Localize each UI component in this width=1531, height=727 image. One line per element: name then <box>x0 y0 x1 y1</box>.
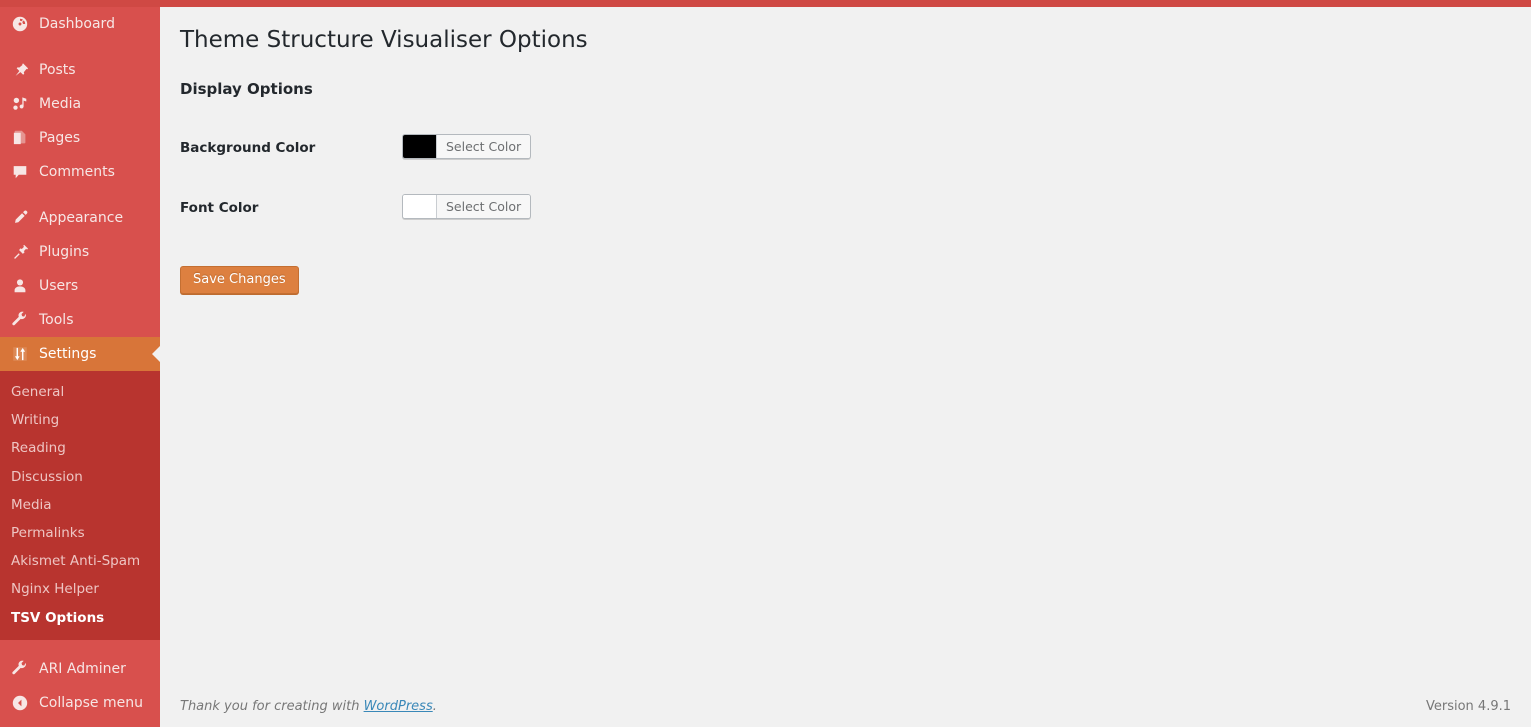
wrench-icon <box>10 310 30 330</box>
content-area: Theme Structure Visualiser Options Displ… <box>160 7 1531 727</box>
dashboard-icon <box>10 14 30 34</box>
admin-sidebar: Dashboard Posts Media Pages Comments App… <box>0 7 160 727</box>
background-color-select-label[interactable]: Select Color <box>437 134 531 158</box>
sidebar-item-users[interactable]: Users <box>0 269 160 303</box>
menu-separator <box>0 189 160 201</box>
submenu-item-general[interactable]: General <box>0 378 160 406</box>
submenu-item-media[interactable]: Media <box>0 491 160 519</box>
menu-separator <box>0 41 160 53</box>
background-color-swatch[interactable] <box>403 134 437 158</box>
admin-bar: ⌂ 💬 + ● <box>0 0 1531 7</box>
footer-thanks: Thank you for creating with WordPress. <box>180 699 437 714</box>
save-changes-button[interactable]: Save Changes <box>180 265 299 294</box>
font-color-swatch[interactable] <box>403 194 437 218</box>
sidebar-item-appearance[interactable]: Appearance <box>0 201 160 235</box>
sidebar-item-label: Pages <box>39 130 81 146</box>
submenu-item-permalinks[interactable]: Permalinks <box>0 519 160 547</box>
submenu-item-akismet[interactable]: Akismet Anti-Spam <box>0 547 160 575</box>
comment-icon <box>10 162 30 182</box>
font-color-result-button[interactable]: Select Color <box>402 193 532 219</box>
plugin-icon <box>10 242 30 262</box>
submenu-item-discussion[interactable]: Discussion <box>0 463 160 491</box>
sidebar-item-label: Posts <box>39 62 76 78</box>
sidebar-item-ari-adminer[interactable]: ARI Adminer <box>0 652 160 686</box>
sidebar-item-media[interactable]: Media <box>0 87 160 121</box>
collapse-menu-button[interactable]: Collapse menu <box>0 686 160 720</box>
sidebar-item-label: Appearance <box>39 210 124 226</box>
sidebar-item-label: Comments <box>39 164 115 180</box>
sidebar-item-tools[interactable]: Tools <box>0 303 160 337</box>
footer-thanks-prefix: Thank you for creating with <box>180 699 364 714</box>
sidebar-item-plugins[interactable]: Plugins <box>0 235 160 269</box>
sidebar-item-label: Settings <box>39 346 97 362</box>
sidebar-item-label: Collapse menu <box>39 694 143 711</box>
submenu-item-tsv-options[interactable]: TSV Options <box>0 604 160 632</box>
user-icon <box>10 276 30 296</box>
submit-wrap: Save Changes <box>180 265 1511 294</box>
footer-version: Version 4.9.1 <box>1425 699 1511 714</box>
sidebar-item-settings[interactable]: Settings <box>0 337 160 371</box>
footer-thanks-suffix: . <box>432 699 437 714</box>
submenu-item-writing[interactable]: Writing <box>0 406 160 434</box>
page-title: Theme Structure Visualiser Options <box>180 27 588 53</box>
paintbrush-icon <box>10 208 30 228</box>
content-body: Theme Structure Visualiser Options Displ… <box>160 7 1531 294</box>
media-icon <box>10 94 30 114</box>
sidebar-item-label: Media <box>39 96 82 112</box>
background-color-control: Select Color <box>402 118 541 178</box>
page-icon <box>10 128 30 148</box>
admin-menu: Dashboard Posts Media Pages Comments App… <box>0 7 160 720</box>
sidebar-item-label: Users <box>39 278 79 294</box>
submenu-item-nginx-helper[interactable]: Nginx Helper <box>0 575 160 603</box>
settings-icon <box>10 344 30 364</box>
font-color-label: Font Color <box>180 199 259 216</box>
admin-footer: Thank you for creating with WordPress. V… <box>160 689 1531 727</box>
sidebar-item-comments[interactable]: Comments <box>0 155 160 189</box>
pin-icon <box>10 60 30 80</box>
sidebar-item-label: Tools <box>39 312 74 328</box>
background-color-label: Background Color <box>180 139 316 156</box>
section-title-display-options: Display Options <box>180 79 313 98</box>
sidebar-item-dashboard[interactable]: Dashboard <box>0 7 160 41</box>
sidebar-item-label: Dashboard <box>39 16 115 32</box>
wrench-icon <box>10 659 30 679</box>
submenu-item-reading[interactable]: Reading <box>0 434 160 462</box>
background-color-picker: Select Color <box>402 133 532 159</box>
sidebar-item-label: Plugins <box>39 244 90 260</box>
sidebar-item-pages[interactable]: Pages <box>0 121 160 155</box>
wordpress-link[interactable]: WordPress <box>364 699 433 714</box>
background-color-result-button[interactable]: Select Color <box>402 133 532 159</box>
font-color-picker: Select Color <box>402 193 532 219</box>
display-options-form: Background Color Select Color Font Color <box>180 118 541 238</box>
form-row-background-color: Background Color Select Color <box>180 118 541 178</box>
sidebar-item-posts[interactable]: Posts <box>0 53 160 87</box>
form-row-font-color: Font Color Select Color <box>180 178 541 238</box>
menu-separator <box>0 640 160 652</box>
collapse-left-icon <box>10 693 30 713</box>
settings-submenu: General Writing Reading Discussion Media… <box>0 371 160 640</box>
font-color-select-label[interactable]: Select Color <box>437 194 531 218</box>
font-color-control: Select Color <box>402 178 541 238</box>
sidebar-item-label: ARI Adminer <box>39 660 126 677</box>
